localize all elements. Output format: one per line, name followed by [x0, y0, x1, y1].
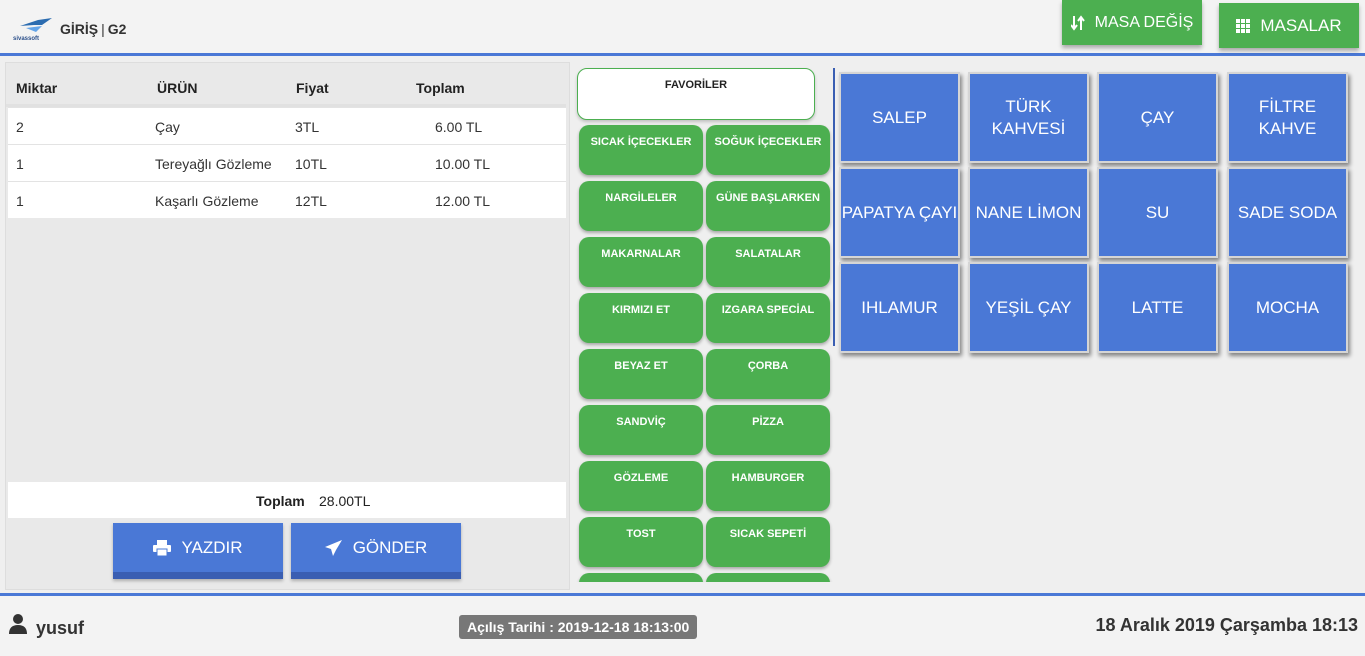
- print-label: YAZDIR: [181, 537, 243, 557]
- print-button[interactable]: YAZDIR: [113, 523, 283, 579]
- product-button[interactable]: SALEP: [839, 72, 960, 163]
- product-button[interactable]: MOCHA: [1227, 262, 1348, 353]
- product-button[interactable]: TÜRK KAHVESİ: [968, 72, 1089, 163]
- category-button[interactable]: ÇORBA: [706, 349, 830, 399]
- user-name: yusuf: [36, 618, 85, 638]
- printer-icon: [153, 539, 172, 556]
- header-bar: sivassoft GİRİŞ | G2 MASA DEĞİŞ MASALAR: [0, 0, 1365, 56]
- current-datetime: 18 Aralık 2019 Çarşamba 18:13: [1095, 615, 1358, 635]
- row-qty: 1: [16, 193, 24, 209]
- product-button[interactable]: YEŞİL ÇAY: [968, 262, 1089, 353]
- category-button[interactable]: KIRMIZI ET: [579, 293, 703, 343]
- masalar-button[interactable]: MASALAR: [1219, 3, 1359, 48]
- product-button[interactable]: IHLAMUR: [839, 262, 960, 353]
- masa-degis-label: MASA DEĞİŞ: [1094, 13, 1194, 31]
- opening-date-badge: Açılış Tarihi : 2019-12-18 18:13:00: [459, 615, 698, 639]
- category-button[interactable]: GÖZLEME: [579, 461, 703, 511]
- product-button[interactable]: FİLTRE KAHVE: [1227, 72, 1348, 163]
- col-miktar: Miktar: [16, 80, 58, 96]
- category-button[interactable]: SANDVİÇ: [579, 405, 703, 455]
- total-label: Toplam: [256, 493, 305, 509]
- panel-divider: [833, 68, 835, 346]
- category-button[interactable]: HAMBURGER: [706, 461, 830, 511]
- page-title: GİRİŞ | G2: [60, 21, 126, 37]
- row-product: Çay: [155, 119, 180, 135]
- category-button[interactable]: SICAK SEPETİ: [706, 517, 830, 567]
- category-button[interactable]: NARGİLELER: [579, 181, 703, 231]
- category-button[interactable]: SOĞUK İÇECEKLER: [706, 125, 830, 175]
- category-button[interactable]: BEYAZ ET: [579, 349, 703, 399]
- masa-degis-button[interactable]: MASA DEĞİŞ: [1062, 0, 1202, 45]
- category-panel: FAVORİLER SICAK İÇECEKLER SOĞUK İÇECEKLE…: [573, 62, 838, 582]
- product-button[interactable]: SADE SODA: [1227, 167, 1348, 258]
- row-total: 12.00 TL: [435, 193, 491, 209]
- col-fiyat: Fiyat: [296, 80, 329, 96]
- send-label: GÖNDER: [352, 537, 428, 557]
- category-favorites[interactable]: FAVORİLER: [577, 68, 815, 120]
- row-total: 10.00 TL: [435, 156, 491, 172]
- product-button[interactable]: ÇAY: [1097, 72, 1218, 163]
- sort-arrows-icon: [1070, 14, 1085, 31]
- category-button[interactable]: GÜNE BAŞLARKEN: [706, 181, 830, 231]
- order-rows: 2 Çay 3TL 6.00 TL 1 Tereyağlı Gözleme 10…: [8, 107, 566, 218]
- table-name: G2: [107, 21, 127, 37]
- row-price: 12TL: [295, 193, 327, 209]
- masalar-label: MASALAR: [1260, 15, 1342, 35]
- product-button[interactable]: SU: [1097, 167, 1218, 258]
- total-value: 28.00TL: [319, 493, 371, 509]
- title-text: GİRİŞ: [60, 21, 99, 37]
- category-button[interactable]: SALATALAR: [706, 237, 830, 287]
- category-button[interactable]: PİZZA: [706, 405, 830, 455]
- category-button[interactable]: IZGARA SPECİAL: [706, 293, 830, 343]
- category-button[interactable]: MAKARNALAR: [579, 237, 703, 287]
- table-row[interactable]: 1 Tereyağlı Gözleme 10TL 10.00 TL: [8, 144, 566, 181]
- row-price: 3TL: [295, 119, 320, 135]
- row-product: Tereyağlı Gözleme: [155, 156, 272, 172]
- col-urun: ÜRÜN: [157, 80, 198, 96]
- order-table-header: Miktar ÜRÜN Fiyat Toplam: [6, 63, 566, 107]
- paper-plane-icon: [324, 539, 342, 556]
- row-price: 10TL: [295, 156, 327, 172]
- product-button[interactable]: NANE LİMON: [968, 167, 1089, 258]
- grid-icon: [1236, 18, 1251, 33]
- footer-bar: yusuf Açılış Tarihi : 2019-12-18 18:13:0…: [0, 593, 1365, 656]
- category-button[interactable]: SICAK İÇECEKLER: [579, 125, 703, 175]
- product-button[interactable]: LATTE: [1097, 262, 1218, 353]
- user-icon: [9, 614, 27, 634]
- row-product: Kaşarlı Gözleme: [155, 193, 259, 209]
- category-button[interactable]: TOST: [579, 517, 703, 567]
- order-panel: Miktar ÜRÜN Fiyat Toplam 2 Çay 3TL 6.00 …: [5, 62, 570, 590]
- category-button-partial[interactable]: [579, 573, 703, 582]
- svg-text:sivassoft: sivassoft: [13, 36, 39, 42]
- col-toplam: Toplam: [416, 80, 465, 96]
- product-button[interactable]: PAPATYA ÇAYI: [839, 167, 960, 258]
- send-button[interactable]: GÖNDER: [291, 523, 461, 579]
- table-row[interactable]: 1 Kaşarlı Gözleme 12TL 12.00 TL: [8, 181, 566, 218]
- table-row[interactable]: 2 Çay 3TL 6.00 TL: [8, 107, 566, 144]
- row-qty: 1: [16, 156, 24, 172]
- category-button-partial[interactable]: [706, 573, 830, 582]
- sivassoft-logo: sivassoft: [13, 18, 52, 42]
- title-separator: |: [101, 21, 105, 37]
- row-total: 6.00 TL: [435, 119, 483, 135]
- row-qty: 2: [16, 119, 24, 135]
- order-total-bar: Toplam 28.00TL: [8, 482, 566, 518]
